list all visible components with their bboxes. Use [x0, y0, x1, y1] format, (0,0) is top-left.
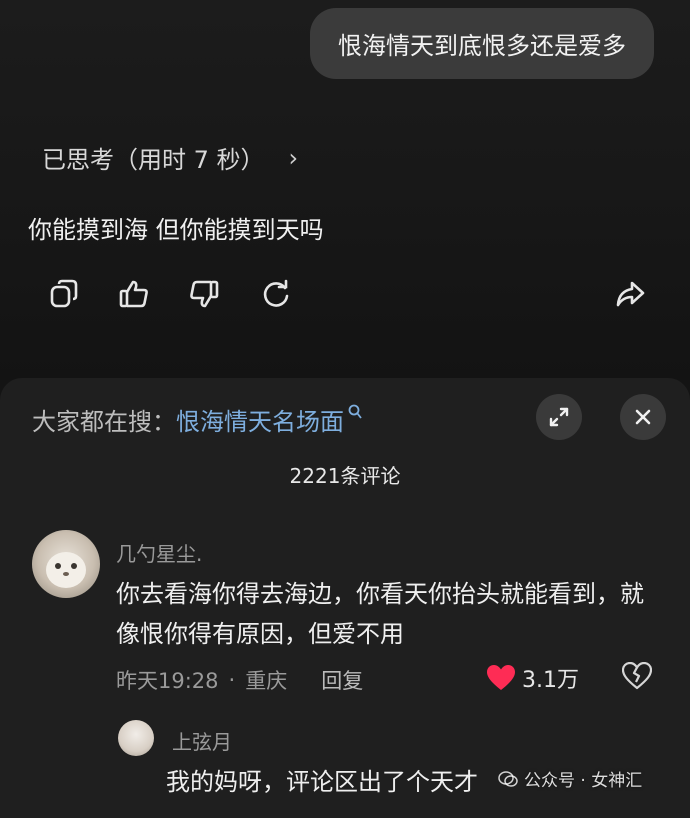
- meta-separator: ·: [228, 668, 236, 692]
- avatar[interactable]: [32, 530, 100, 598]
- comments-sheet: 大家都在搜： 恨海情天名场面 2221条评论 几勺星尘. 你去看海你得去海边，你…: [0, 378, 690, 818]
- watermark: 公众号 · 女神汇: [498, 766, 642, 791]
- thumbs-up-icon[interactable]: [116, 276, 152, 312]
- reply-text: 我的妈呀，评论区出了个天才: [166, 768, 478, 796]
- search-link[interactable]: 恨海情天名场面: [176, 402, 344, 437]
- reply-username[interactable]: 上弦月: [172, 726, 232, 755]
- copy-icon[interactable]: [46, 276, 82, 312]
- search-prefix: 大家都在搜：: [32, 408, 176, 436]
- message-actions: [0, 276, 690, 316]
- user-message-bubble: 恨海情天到底恨多还是爱多: [310, 8, 654, 79]
- chat-area: 恨海情天到底恨多还是爱多 已思考（用时 7 秒） › 你能摸到海 但你能摸到天吗: [0, 0, 690, 380]
- thought-toggle[interactable]: 已思考（用时 7 秒） ›: [42, 140, 298, 175]
- reply-avatar[interactable]: [118, 720, 154, 756]
- assistant-answer: 你能摸到海 但你能摸到天吗: [28, 216, 324, 244]
- thumbs-down-icon[interactable]: [186, 276, 222, 312]
- expand-icon: [549, 407, 569, 427]
- expand-button[interactable]: [536, 394, 582, 440]
- watermark-text: 公众号 · 女神汇: [524, 771, 643, 791]
- thought-label: 已思考（用时 7 秒）: [42, 146, 265, 174]
- wechat-icon: [498, 770, 518, 787]
- comment-username[interactable]: 几勺星尘.: [116, 538, 202, 567]
- heart-icon: [487, 665, 515, 690]
- like-count: 3.1万: [522, 668, 579, 693]
- comment-meta: 昨天19:28 · 重庆 回复: [116, 665, 363, 695]
- regenerate-icon[interactable]: [258, 276, 294, 312]
- comment-time: 昨天19:28: [116, 669, 219, 693]
- chevron-right-icon: ›: [288, 143, 299, 172]
- broken-heart-icon: [621, 661, 653, 690]
- like-button[interactable]: 3.1万: [486, 662, 579, 694]
- close-button[interactable]: [620, 394, 666, 440]
- comment-location: 重庆: [245, 669, 288, 693]
- dislike-button[interactable]: [621, 661, 653, 694]
- close-icon: [635, 409, 651, 425]
- comment-text: 你去看海你得去海边，你看天你抬头就能看到，就像恨你得有原因，但爱不用: [116, 580, 644, 648]
- reply-button[interactable]: 回复: [321, 665, 363, 695]
- comment-count: 2221条评论: [289, 464, 401, 488]
- share-icon[interactable]: [612, 276, 648, 312]
- search-suggestion[interactable]: 大家都在搜： 恨海情天名场面: [32, 402, 362, 437]
- search-icon: [348, 404, 362, 424]
